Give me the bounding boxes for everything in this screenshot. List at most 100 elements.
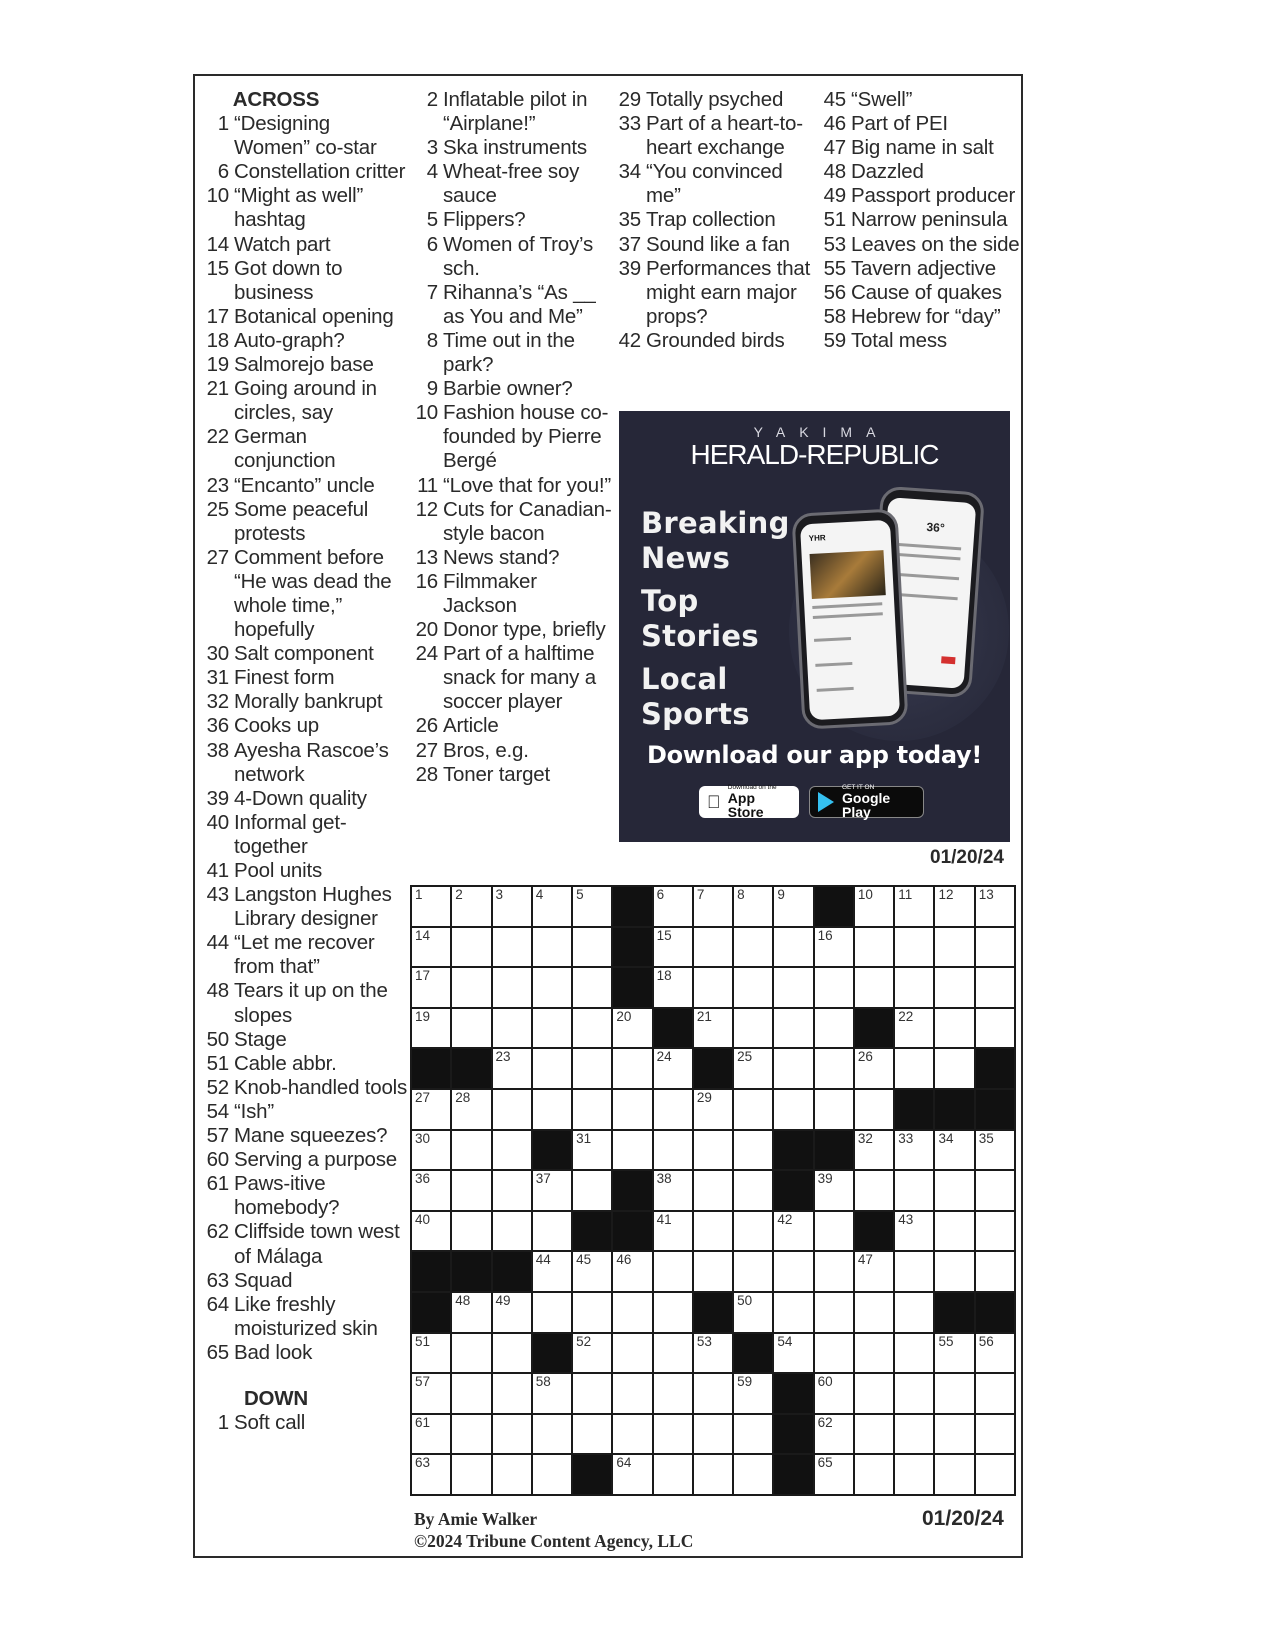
- across-clue[interactable]: 39 4-Down quality: [201, 787, 411, 811]
- grid-cell[interactable]: [734, 1089, 773, 1129]
- grid-cell[interactable]: 52: [573, 1333, 612, 1373]
- down-clue[interactable]: 28 Toner target: [410, 763, 615, 787]
- grid-cell[interactable]: 28: [452, 1089, 491, 1129]
- grid-cell[interactable]: [774, 1089, 813, 1129]
- grid-cell[interactable]: [854, 1414, 894, 1454]
- grid-cell[interactable]: [492, 1089, 531, 1129]
- grid-cell[interactable]: 4: [532, 887, 572, 926]
- grid-cell[interactable]: 36: [412, 1171, 451, 1210]
- grid-cell[interactable]: [492, 1171, 531, 1210]
- grid-cell[interactable]: [693, 1171, 733, 1210]
- grid-cell[interactable]: [573, 1171, 612, 1210]
- down-clue[interactable]: 56 Cause of quakes: [818, 281, 1023, 305]
- grid-cell[interactable]: [854, 1374, 894, 1413]
- grid-cell[interactable]: [935, 1049, 974, 1088]
- grid-cell[interactable]: [653, 1455, 692, 1494]
- grid-cell[interactable]: 29: [693, 1089, 733, 1129]
- grid-cell[interactable]: [895, 1374, 934, 1413]
- grid-cell[interactable]: [532, 968, 572, 1007]
- grid-cell[interactable]: [532, 1211, 572, 1251]
- grid-cell[interactable]: [935, 1455, 974, 1494]
- across-clue[interactable]: 63 Squad: [201, 1269, 411, 1293]
- app-advertisement[interactable]: YAKIMA HERALD-REPUBLIC Breaking News Top S…: [619, 411, 1010, 842]
- grid-cell[interactable]: [814, 1333, 853, 1373]
- down-clue[interactable]: 46 Part of PEI: [818, 112, 1023, 136]
- down-clue[interactable]: 2 Inflatable pilot in “Airplane!”: [410, 88, 615, 136]
- across-clue[interactable]: 36 Cooks up: [201, 714, 411, 738]
- down-clue[interactable]: 53 Leaves on the side: [818, 233, 1023, 257]
- across-clue[interactable]: 50 Stage: [201, 1028, 411, 1052]
- grid-cell[interactable]: [573, 1089, 612, 1129]
- grid-cell[interactable]: [734, 968, 773, 1007]
- grid-cell[interactable]: [895, 1171, 934, 1210]
- grid-cell[interactable]: [573, 968, 612, 1007]
- grid-cell[interactable]: [975, 1171, 1014, 1210]
- down-clue[interactable]: 26 Article: [410, 714, 615, 738]
- grid-cell[interactable]: [613, 1049, 652, 1088]
- down-clue[interactable]: 29 Totally psyched: [613, 88, 818, 112]
- grid-cell[interactable]: [452, 1455, 491, 1494]
- grid-cell[interactable]: [613, 1333, 652, 1373]
- grid-cell[interactable]: [653, 1089, 692, 1129]
- grid-cell[interactable]: [935, 1171, 974, 1210]
- grid-cell[interactable]: [532, 1414, 572, 1454]
- grid-cell[interactable]: 32: [854, 1130, 894, 1170]
- grid-cell[interactable]: 64: [613, 1455, 652, 1494]
- grid-cell[interactable]: [935, 1414, 974, 1454]
- grid-cell[interactable]: [734, 1252, 773, 1291]
- across-clue[interactable]: 54 “Ish”: [201, 1100, 411, 1124]
- grid-cell[interactable]: 7: [693, 887, 733, 926]
- grid-cell[interactable]: [452, 927, 491, 967]
- grid-cell[interactable]: [814, 1252, 853, 1291]
- grid-cell[interactable]: [492, 1374, 531, 1413]
- grid-cell[interactable]: [935, 1211, 974, 1251]
- grid-cell[interactable]: [452, 1414, 491, 1454]
- grid-cell[interactable]: [573, 1414, 612, 1454]
- down-clue[interactable]: 7 Rihanna’s “As __ as You and Me”: [410, 281, 615, 329]
- down-clue[interactable]: 1 Soft call: [201, 1411, 411, 1435]
- across-clue[interactable]: 6 Constellation critter: [201, 160, 411, 184]
- across-clue[interactable]: 10 “Might as well” hashtag: [201, 184, 411, 232]
- down-clue[interactable]: 42 Grounded birds: [613, 329, 818, 353]
- grid-cell[interactable]: [734, 1008, 773, 1048]
- across-clue[interactable]: 52 Knob-handled tools: [201, 1076, 411, 1100]
- crossword-grid[interactable]: 1 2 3 4 5 6 7 8 9 10 11 12 13 14 15 16 17 18 19 20 21 22 23 24 2…: [410, 885, 1016, 1496]
- across-clue[interactable]: 18 Auto-graph?: [201, 329, 411, 353]
- grid-cell[interactable]: [734, 1455, 773, 1494]
- grid-cell[interactable]: 35: [975, 1130, 1014, 1170]
- grid-cell[interactable]: [895, 1049, 934, 1088]
- grid-cell[interactable]: [492, 1008, 531, 1048]
- across-clue[interactable]: 44 “Let me recover from that”: [201, 931, 411, 979]
- grid-cell[interactable]: [854, 1292, 894, 1332]
- grid-cell[interactable]: 43: [895, 1211, 934, 1251]
- grid-cell[interactable]: [492, 1414, 531, 1454]
- grid-cell[interactable]: [814, 1049, 853, 1088]
- grid-cell[interactable]: [935, 1252, 974, 1291]
- grid-cell[interactable]: [613, 1374, 652, 1413]
- down-clue[interactable]: 55 Tavern adjective: [818, 257, 1023, 281]
- grid-cell[interactable]: [492, 1455, 531, 1494]
- grid-cell[interactable]: [814, 1292, 853, 1332]
- grid-cell[interactable]: 59: [734, 1374, 773, 1413]
- grid-cell[interactable]: [734, 1414, 773, 1454]
- down-clue[interactable]: 58 Hebrew for “day”: [818, 305, 1023, 329]
- across-clue[interactable]: 25 Some peaceful protests: [201, 498, 411, 546]
- grid-cell[interactable]: [452, 1374, 491, 1413]
- grid-cell[interactable]: 17: [412, 968, 451, 1007]
- grid-cell[interactable]: 62: [814, 1414, 853, 1454]
- grid-cell[interactable]: [452, 1333, 491, 1373]
- across-clue[interactable]: 15 Got down to business: [201, 257, 411, 305]
- across-clue[interactable]: 19 Salmorejo base: [201, 353, 411, 377]
- grid-cell[interactable]: [975, 968, 1014, 1007]
- grid-cell[interactable]: [573, 1049, 612, 1088]
- across-clue[interactable]: 61 Paws-itive homebody?: [201, 1172, 411, 1220]
- across-clue[interactable]: 57 Mane squeezes?: [201, 1124, 411, 1148]
- grid-cell[interactable]: 40: [412, 1211, 451, 1251]
- app-store-button[interactable]:  Download on theApp Store: [699, 784, 799, 819]
- across-clue[interactable]: 65 Bad look: [201, 1341, 411, 1365]
- grid-cell[interactable]: [573, 1008, 612, 1048]
- grid-cell[interactable]: [935, 1374, 974, 1413]
- down-clue[interactable]: 10 Fashion house co-founded by Pierre Ber…: [410, 401, 615, 473]
- across-clue[interactable]: 64 Like freshly moisturized skin: [201, 1293, 411, 1341]
- grid-cell[interactable]: 41: [653, 1211, 692, 1251]
